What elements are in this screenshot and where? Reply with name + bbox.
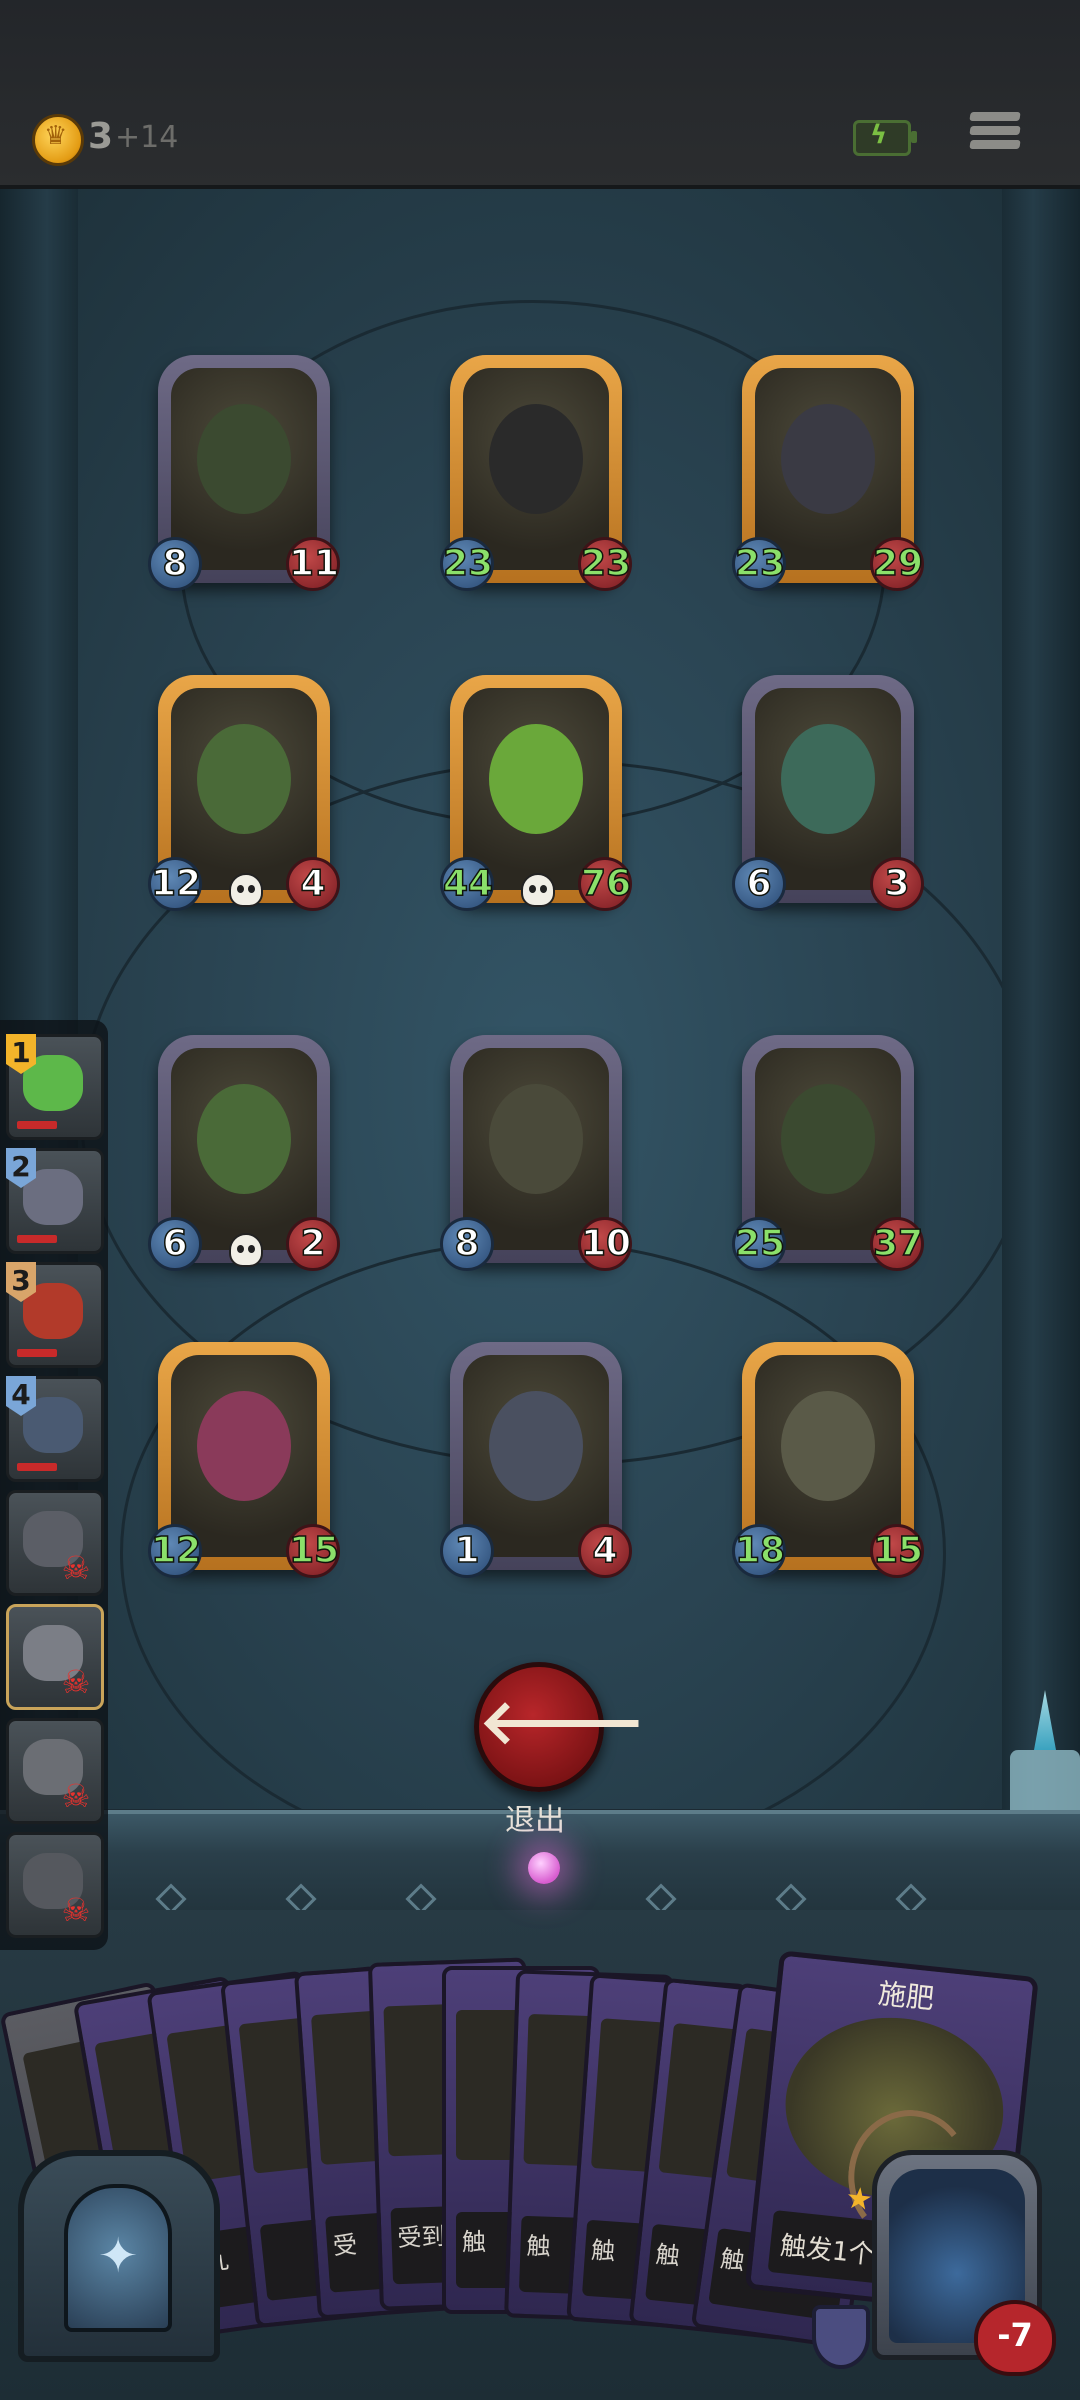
board-card-hooded-wizard[interactable]: 8 10 bbox=[440, 1035, 632, 1271]
candles bbox=[1010, 1750, 1080, 1810]
board-card-jester-clown[interactable]: 12 15 bbox=[148, 1342, 340, 1578]
board-card-rat-bandit[interactable]: 14 bbox=[440, 1342, 632, 1578]
turn-queue: 1 2 3 4 ☠ ☠ ☠ ☠ bbox=[0, 1020, 108, 1950]
deck-icon[interactable]: ✦ bbox=[18, 2150, 220, 2362]
card-portrait bbox=[171, 1048, 317, 1250]
skull-icon: ☠ bbox=[61, 1891, 91, 1929]
star-icon: ★ bbox=[843, 2180, 875, 2219]
pink-orb bbox=[528, 1852, 560, 1884]
character-art bbox=[781, 1084, 875, 1194]
queue-health-bar bbox=[17, 1463, 57, 1471]
queue-health-bar bbox=[17, 1235, 57, 1243]
attack-stat: 6 bbox=[148, 1217, 202, 1271]
health-stat: 23 bbox=[578, 537, 632, 591]
card-portrait bbox=[755, 1048, 901, 1250]
attack-stat: 12 bbox=[148, 857, 202, 911]
character-art bbox=[489, 724, 583, 834]
attack-stat: 23 bbox=[440, 537, 494, 591]
attack-stat: 23 bbox=[732, 537, 786, 591]
board-card-green-horned-demon[interactable]: 25 37 bbox=[732, 1035, 924, 1271]
card-portrait bbox=[463, 1048, 609, 1250]
menu-icon[interactable] bbox=[969, 112, 1021, 158]
health-stat: 4 bbox=[578, 1524, 632, 1578]
health-stat: 15 bbox=[870, 1524, 924, 1578]
queue-item[interactable]: ☠ bbox=[6, 1832, 104, 1938]
card-portrait bbox=[755, 1355, 901, 1557]
top-bar: 3 +14 ϟ bbox=[0, 0, 1080, 189]
board-card-flower-hat-witch[interactable]: 62 bbox=[148, 1035, 340, 1271]
attack-stat: 25 bbox=[732, 1217, 786, 1271]
queue-item[interactable]: ☠ bbox=[6, 1490, 104, 1596]
card-portrait bbox=[463, 1355, 609, 1557]
attack-stat: 44 bbox=[440, 857, 494, 911]
character-art bbox=[197, 404, 291, 514]
skull-icon bbox=[229, 1233, 263, 1267]
queue-item[interactable]: ☠ bbox=[6, 1604, 104, 1710]
character-art bbox=[781, 404, 875, 514]
card-portrait bbox=[171, 368, 317, 570]
gold-coin-icon bbox=[32, 114, 84, 166]
heart-icon: -7 bbox=[974, 2300, 1056, 2376]
battery-charging-icon: ϟ bbox=[853, 120, 917, 156]
gold-count: 3 bbox=[88, 116, 114, 157]
character-art bbox=[489, 404, 583, 514]
character-art bbox=[197, 1084, 291, 1194]
gold-bonus: +14 bbox=[115, 120, 179, 155]
queue-item[interactable]: 4 bbox=[6, 1376, 104, 1482]
character-art bbox=[781, 724, 875, 834]
health-stat: 4 bbox=[286, 857, 340, 911]
skull-icon bbox=[521, 873, 555, 907]
board-card-green-horned-demon[interactable]: 8 11 bbox=[148, 355, 340, 591]
queue-item[interactable]: 1 bbox=[6, 1034, 104, 1140]
queue-item[interactable]: 2 bbox=[6, 1148, 104, 1254]
character-art bbox=[197, 1391, 291, 1501]
pillar-right bbox=[1002, 189, 1080, 1829]
board-card-leaf-sprite[interactable]: 44 76 bbox=[440, 675, 632, 911]
health-stat: 29 bbox=[870, 537, 924, 591]
character-art bbox=[197, 724, 291, 834]
character-art bbox=[489, 1391, 583, 1501]
deck-portrait: ✦ bbox=[64, 2184, 172, 2332]
card-portrait bbox=[463, 688, 609, 890]
board-card-mushroom-spider[interactable]: 18 15 bbox=[732, 1342, 924, 1578]
attack-stat: 8 bbox=[440, 1217, 494, 1271]
exit-label: 退出 bbox=[505, 1803, 565, 1838]
attack-stat: 1 bbox=[440, 1524, 494, 1578]
card-portrait bbox=[463, 368, 609, 570]
health-stat: 2 bbox=[286, 1217, 340, 1271]
queue-health-bar bbox=[17, 1121, 57, 1129]
card-portrait bbox=[755, 368, 901, 570]
skull-icon: ☠ bbox=[61, 1777, 91, 1815]
attack-stat: 6 bbox=[732, 857, 786, 911]
character-art bbox=[489, 1084, 583, 1194]
back-arrow-icon: 🡐 bbox=[479, 1685, 646, 1758]
shield-icon bbox=[812, 2305, 870, 2369]
card-portrait bbox=[171, 688, 317, 890]
card-portrait bbox=[171, 1355, 317, 1557]
skull-icon: ☠ bbox=[61, 1663, 91, 1701]
attack-stat: 18 bbox=[732, 1524, 786, 1578]
character-art bbox=[781, 1391, 875, 1501]
health-stat: 11 bbox=[286, 537, 340, 591]
health-stat: 3 bbox=[870, 857, 924, 911]
hero-hp: -7 bbox=[997, 2316, 1033, 2354]
queue-health-bar bbox=[17, 1349, 57, 1357]
skull-icon: ☠ bbox=[61, 1549, 91, 1587]
skull-icon bbox=[229, 873, 263, 907]
queue-item[interactable]: 3 bbox=[6, 1262, 104, 1368]
health-stat: 15 bbox=[286, 1524, 340, 1578]
board-card-flower-hat-witch[interactable]: 12 4 bbox=[148, 675, 340, 911]
card-portrait bbox=[755, 688, 901, 890]
exit-button[interactable]: 🡐 bbox=[474, 1662, 646, 1792]
board-card-black-panther[interactable]: 23 23 bbox=[440, 355, 632, 591]
health-stat: 37 bbox=[870, 1217, 924, 1271]
board-card-green-vulture[interactable]: 63 bbox=[732, 675, 924, 911]
board-card-dark-horse[interactable]: 23 29 bbox=[732, 355, 924, 591]
queue-item[interactable]: ☠ bbox=[6, 1718, 104, 1824]
swirl-icon: ✦ bbox=[98, 2228, 139, 2284]
health-stat: 10 bbox=[578, 1217, 632, 1271]
attack-stat: 8 bbox=[148, 537, 202, 591]
health-stat: 76 bbox=[578, 857, 632, 911]
attack-stat: 12 bbox=[148, 1524, 202, 1578]
